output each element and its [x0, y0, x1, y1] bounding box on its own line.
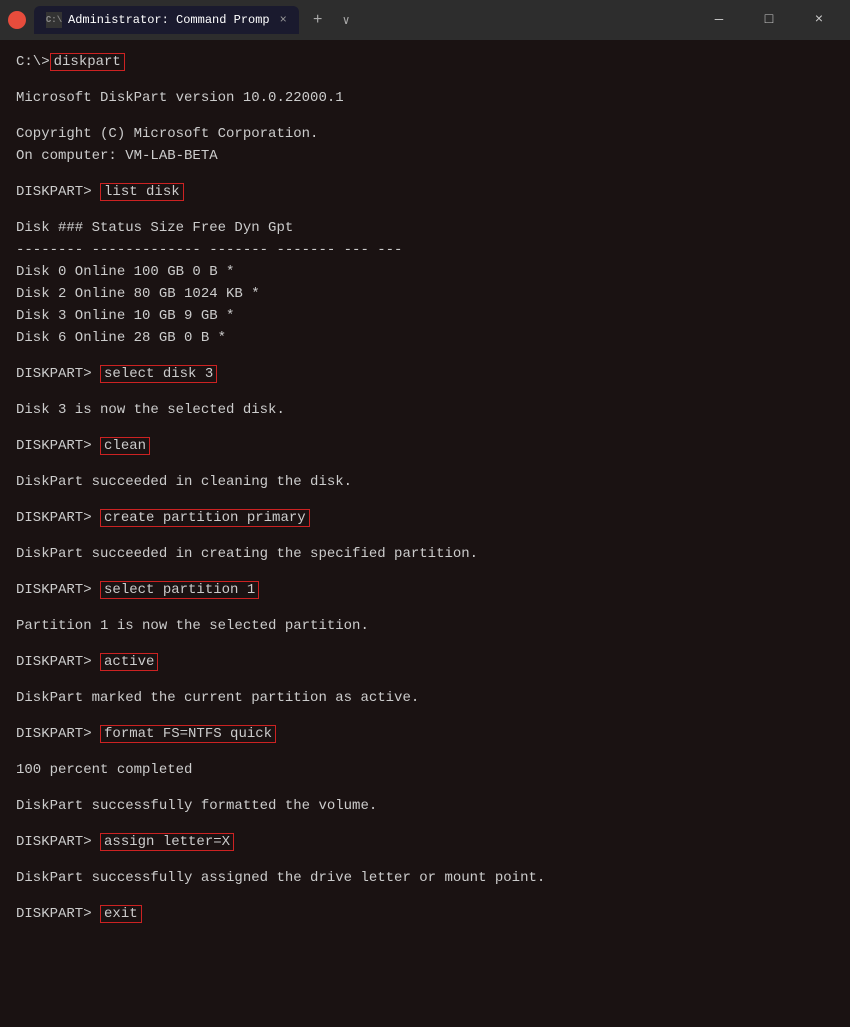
- output-text: On computer: VM-LAB-BETA: [16, 148, 218, 164]
- new-tab-button[interactable]: +: [307, 9, 329, 31]
- terminal-line: Disk 2 Online 80 GB 1024 KB *: [16, 284, 834, 305]
- terminal-line: Microsoft DiskPart version 10.0.22000.1: [16, 88, 834, 109]
- diskpart-prompt: DISKPART>: [16, 184, 100, 200]
- terminal-line: [16, 204, 834, 218]
- terminal-line: Copyright (C) Microsoft Corporation.: [16, 124, 834, 145]
- titlebar-left: C:\ Administrator: Command Promp × + ∨: [8, 6, 356, 34]
- prompt: C:\>: [16, 54, 50, 70]
- terminal-line: [16, 566, 834, 580]
- terminal-line: [16, 746, 834, 760]
- command-highlight: select partition 1: [100, 581, 259, 599]
- diskpart-prompt: DISKPART>: [16, 582, 100, 598]
- terminal-line: DISKPART> create partition primary: [16, 508, 834, 529]
- terminal-line: DiskPart succeeded in creating the speci…: [16, 544, 834, 565]
- diskpart-prompt: DISKPART>: [16, 906, 100, 922]
- output-text: Copyright (C) Microsoft Corporation.: [16, 126, 318, 142]
- terminal-line: DiskPart successfully formatted the volu…: [16, 796, 834, 817]
- output-text: DiskPart succeeded in creating the speci…: [16, 546, 478, 562]
- terminal-line: DISKPART> exit: [16, 904, 834, 925]
- command-highlight: exit: [100, 905, 142, 923]
- command-highlight: clean: [100, 437, 150, 455]
- output-text: DiskPart succeeded in cleaning the disk.: [16, 474, 352, 490]
- command-highlight: list disk: [100, 183, 184, 201]
- command-highlight: assign letter=X: [100, 833, 234, 851]
- terminal-line: Disk 3 Online 10 GB 9 GB *: [16, 306, 834, 327]
- terminal-line: DISKPART> assign letter=X: [16, 832, 834, 853]
- terminal-line: [16, 602, 834, 616]
- app-icon: [8, 11, 26, 29]
- output-text: DiskPart marked the current partition as…: [16, 690, 419, 706]
- output-text: Microsoft DiskPart version 10.0.22000.1: [16, 90, 344, 106]
- output-text: 100 percent completed: [16, 762, 192, 778]
- diskpart-prompt: DISKPART>: [16, 654, 100, 670]
- terminal-line: Disk ### Status Size Free Dyn Gpt: [16, 218, 834, 239]
- table-header: Disk ### Status Size Free Dyn Gpt: [16, 220, 293, 236]
- minimize-button[interactable]: —: [696, 4, 742, 36]
- diskpart-prompt: DISKPART>: [16, 726, 100, 742]
- terminal-line: [16, 74, 834, 88]
- terminal-output[interactable]: C:\>diskpart Microsoft DiskPart version 1…: [0, 40, 850, 1027]
- terminal-line: [16, 854, 834, 868]
- terminal-line: 100 percent completed: [16, 760, 834, 781]
- terminal-line: On computer: VM-LAB-BETA: [16, 146, 834, 167]
- table-row: Disk 6 Online 28 GB 0 B *: [16, 330, 226, 346]
- tab-close-button[interactable]: ×: [280, 13, 287, 27]
- output-text: Disk 3 is now the selected disk.: [16, 402, 285, 418]
- terminal-line: [16, 710, 834, 724]
- diskpart-prompt: DISKPART>: [16, 834, 100, 850]
- output-text: DiskPart successfully assigned the drive…: [16, 870, 545, 886]
- titlebar: C:\ Administrator: Command Promp × + ∨ —…: [0, 0, 850, 40]
- command-highlight: format FS=NTFS quick: [100, 725, 276, 743]
- terminal-line: [16, 422, 834, 436]
- diskpart-prompt: DISKPART>: [16, 438, 100, 454]
- terminal-line: [16, 890, 834, 904]
- terminal-line: [16, 110, 834, 124]
- terminal-line: DISKPART> list disk: [16, 182, 834, 203]
- terminal-line: DISKPART> select partition 1: [16, 580, 834, 601]
- tab-title: Administrator: Command Promp: [68, 13, 270, 27]
- terminal-line: Disk 6 Online 28 GB 0 B *: [16, 328, 834, 349]
- command-highlight: select disk 3: [100, 365, 217, 383]
- terminal-line: DISKPART> clean: [16, 436, 834, 457]
- command-highlight: diskpart: [50, 53, 125, 71]
- terminal-line: [16, 494, 834, 508]
- tab-dropdown-button[interactable]: ∨: [336, 11, 355, 30]
- terminal-line: DISKPART> select disk 3: [16, 364, 834, 385]
- output-text: DiskPart successfully formatted the volu…: [16, 798, 377, 814]
- terminal-line: [16, 168, 834, 182]
- window-controls: — □ ×: [696, 4, 842, 36]
- terminal-line: [16, 350, 834, 364]
- terminal-line: DISKPART> active: [16, 652, 834, 673]
- terminal-line: -------- ------------- ------- ------- -…: [16, 240, 834, 261]
- diskpart-prompt: DISKPART>: [16, 366, 100, 382]
- terminal-line: Disk 0 Online 100 GB 0 B *: [16, 262, 834, 283]
- terminal-line: [16, 386, 834, 400]
- command-highlight: create partition primary: [100, 509, 310, 527]
- cmd-icon: C:\: [46, 12, 62, 28]
- table-row: Disk 3 Online 10 GB 9 GB *: [16, 308, 234, 324]
- table-separator: -------- ------------- ------- ------- -…: [16, 242, 402, 258]
- window: C:\ Administrator: Command Promp × + ∨ —…: [0, 0, 850, 1027]
- table-row: Disk 0 Online 100 GB 0 B *: [16, 264, 234, 280]
- terminal-line: C:\>diskpart: [16, 52, 834, 73]
- active-tab[interactable]: C:\ Administrator: Command Promp ×: [34, 6, 299, 34]
- diskpart-prompt: DISKPART>: [16, 510, 100, 526]
- terminal-line: DiskPart succeeded in cleaning the disk.: [16, 472, 834, 493]
- terminal-line: [16, 674, 834, 688]
- terminal-line: DiskPart successfully assigned the drive…: [16, 868, 834, 889]
- terminal-line: [16, 530, 834, 544]
- maximize-button[interactable]: □: [746, 4, 792, 36]
- terminal-line: Disk 3 is now the selected disk.: [16, 400, 834, 421]
- terminal-line: Partition 1 is now the selected partitio…: [16, 616, 834, 637]
- terminal-line: [16, 782, 834, 796]
- terminal-line: DISKPART> format FS=NTFS quick: [16, 724, 834, 745]
- command-highlight: active: [100, 653, 158, 671]
- terminal-line: DiskPart marked the current partition as…: [16, 688, 834, 709]
- table-row: Disk 2 Online 80 GB 1024 KB *: [16, 286, 260, 302]
- terminal-line: [16, 818, 834, 832]
- output-text: Partition 1 is now the selected partitio…: [16, 618, 369, 634]
- terminal-line: [16, 638, 834, 652]
- terminal-line: [16, 458, 834, 472]
- close-window-button[interactable]: ×: [796, 4, 842, 36]
